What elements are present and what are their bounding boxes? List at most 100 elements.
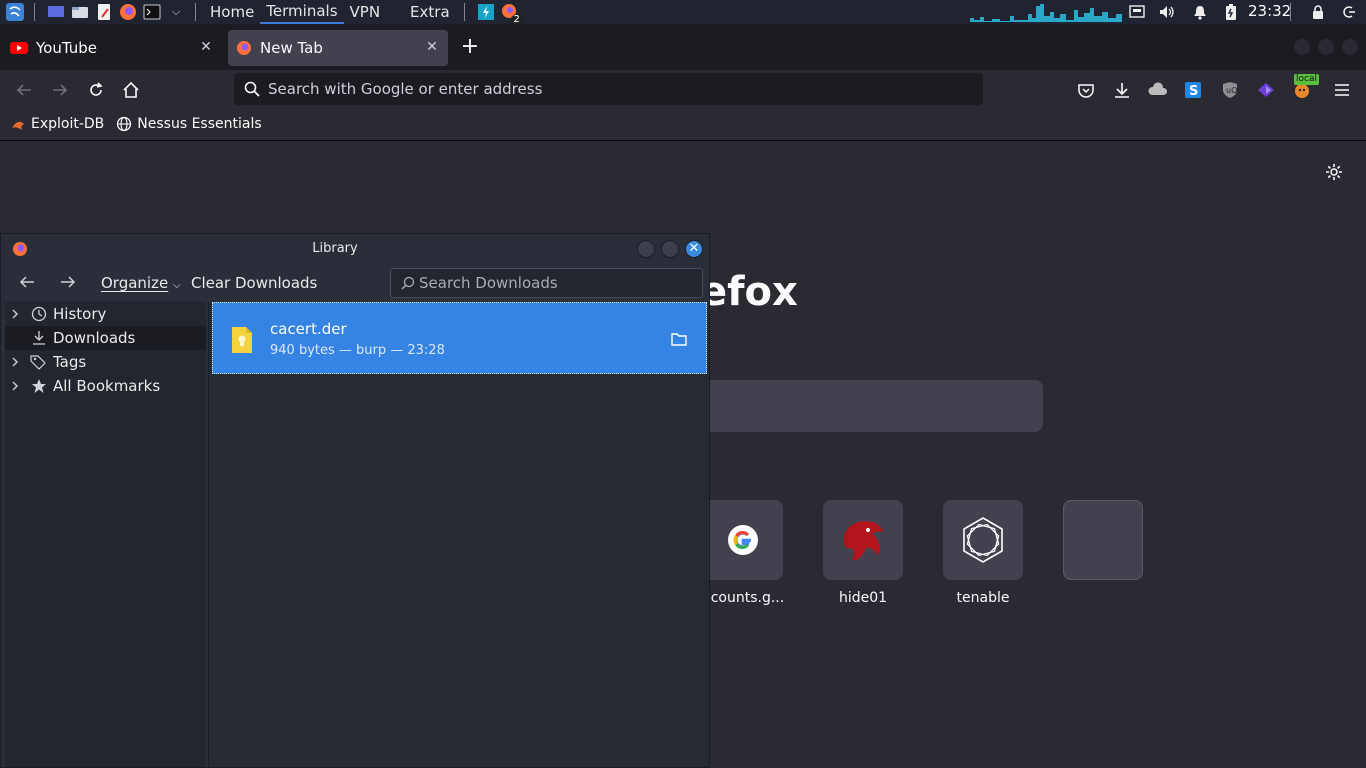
network-icon[interactable] xyxy=(1128,3,1146,21)
chevron-right-icon[interactable] xyxy=(11,309,25,319)
notification-bell-icon[interactable] xyxy=(1191,3,1209,21)
youtube-favicon-icon xyxy=(10,42,28,54)
bookmark-nessus-essentials[interactable]: Nessus Essentials xyxy=(116,116,262,132)
file-manager-icon[interactable] xyxy=(69,1,91,23)
cpu-graph xyxy=(970,4,1122,22)
close-tab-icon[interactable]: ✕ xyxy=(424,39,440,55)
download-filename: cacert.der xyxy=(270,320,347,338)
firefox-icon[interactable] xyxy=(117,1,139,23)
navigation-toolbar: Search with Google or enter address S uO… xyxy=(0,70,1366,108)
search-downloads-input[interactable]: Search Downloads xyxy=(390,268,703,298)
download-icon xyxy=(29,330,49,346)
top-site-tile[interactable] xyxy=(1063,500,1143,580)
pocket-icon[interactable] xyxy=(1074,78,1098,102)
search-icon xyxy=(244,81,260,97)
url-bar[interactable]: Search with Google or enter address xyxy=(234,73,983,105)
maximize-button[interactable] xyxy=(661,240,679,258)
eagle-logo-icon xyxy=(843,521,884,561)
tab-youtube[interactable]: YouTube ✕ xyxy=(4,30,222,66)
library-title: Library xyxy=(312,241,358,256)
back-arrow-icon[interactable] xyxy=(19,275,35,293)
clock-icon xyxy=(29,306,49,322)
downloads-list: cacert.der 940 bytes — burp — 23:28 xyxy=(208,302,709,767)
top-site-accounts-google[interactable]: ccounts.g... xyxy=(703,500,783,606)
battery-icon[interactable] xyxy=(1222,3,1240,21)
library-sidebar: History Downloads Tags All Bookmarks xyxy=(5,302,206,767)
hamburger-menu-icon[interactable] xyxy=(1330,78,1354,102)
sidebar-item-all-bookmarks[interactable]: All Bookmarks xyxy=(5,374,206,398)
top-site-tile[interactable] xyxy=(703,500,783,580)
menu-home[interactable]: Home xyxy=(204,0,260,24)
logout-icon[interactable] xyxy=(1340,3,1358,21)
extension-cloud-icon[interactable] xyxy=(1146,78,1170,102)
extension-s-icon[interactable]: S xyxy=(1181,78,1205,102)
forward-arrow-icon[interactable] xyxy=(60,275,76,293)
certificate-file-icon xyxy=(232,327,252,353)
sidebar-item-downloads[interactable]: Downloads xyxy=(5,326,206,350)
kali-menu-icon[interactable] xyxy=(4,1,26,23)
text-editor-icon[interactable] xyxy=(93,1,115,23)
new-tab-button[interactable]: + xyxy=(458,36,482,60)
panel-separator xyxy=(34,3,35,21)
window-maximize-button[interactable] xyxy=(1318,39,1334,55)
terminal-icon[interactable] xyxy=(141,1,163,23)
forward-button[interactable] xyxy=(48,78,72,102)
sidebar-item-label: Tags xyxy=(53,353,87,371)
open-folder-icon[interactable] xyxy=(671,331,687,350)
clock[interactable]: 23:32 xyxy=(1248,2,1291,20)
minimize-button[interactable] xyxy=(637,240,655,258)
sidebar-item-label: History xyxy=(53,305,107,323)
close-button[interactable]: ✕ xyxy=(685,240,703,258)
sidebar-item-history[interactable]: History xyxy=(5,302,206,326)
search-placeholder: Search Downloads xyxy=(419,274,558,292)
top-site-label: hide01 xyxy=(838,590,888,606)
close-tab-icon[interactable]: ✕ xyxy=(198,39,214,55)
sidebar-item-tags[interactable]: Tags xyxy=(5,350,206,374)
reload-button[interactable] xyxy=(84,78,108,102)
top-site-hide01[interactable]: hide01 xyxy=(823,500,903,606)
menu-extra[interactable]: Extra xyxy=(404,0,456,24)
chevron-down-icon[interactable]: ⌵ xyxy=(165,1,187,23)
volume-icon[interactable] xyxy=(1158,3,1176,21)
tab-label: New Tab xyxy=(260,39,323,57)
bookmarks-toolbar: Exploit-DB Nessus Essentials xyxy=(0,108,1366,141)
panel-separator xyxy=(463,3,465,21)
back-button[interactable] xyxy=(12,78,36,102)
chevron-right-icon[interactable] xyxy=(11,381,25,391)
tenable-logo-icon xyxy=(963,517,1003,563)
customize-gear-icon[interactable] xyxy=(1325,163,1343,185)
foxyproxy-icon[interactable]: local xyxy=(1290,74,1319,102)
organize-button[interactable]: Organize ⌵ xyxy=(101,274,181,292)
bookmark-exploit-db[interactable]: Exploit-DB xyxy=(10,116,104,132)
desktop-icon[interactable] xyxy=(45,1,67,23)
system-panel: ⌵ Home Terminals VPN Extra 2 23:32 xyxy=(0,0,1366,26)
extension-purple-icon[interactable] xyxy=(1254,78,1278,102)
ublock-icon[interactable]: uO xyxy=(1218,78,1242,102)
top-site-tile[interactable] xyxy=(823,500,903,580)
top-site-tenable[interactable]: tenable xyxy=(943,500,1023,606)
burp-taskbar-icon[interactable] xyxy=(475,1,497,23)
panel-separator xyxy=(195,3,196,21)
chevron-right-icon[interactable] xyxy=(11,357,25,367)
downloads-button[interactable] xyxy=(1110,78,1134,102)
clear-downloads-button[interactable]: Clear Downloads xyxy=(191,274,317,292)
library-titlebar[interactable]: Library ✕ xyxy=(1,234,709,264)
window-close-button[interactable] xyxy=(1342,39,1358,55)
window-minimize-button[interactable] xyxy=(1294,39,1310,55)
firefox-favicon-icon xyxy=(237,41,251,55)
newtab-search-box[interactable] xyxy=(700,380,1043,432)
top-site-empty[interactable] xyxy=(1063,500,1143,590)
top-site-label: ccounts.g... xyxy=(703,590,783,606)
top-site-tile[interactable] xyxy=(943,500,1023,580)
panel-separator xyxy=(1290,3,1291,21)
home-button[interactable] xyxy=(119,78,143,102)
tab-new-tab[interactable]: New Tab ✕ xyxy=(228,30,448,66)
firefox-wordmark: efox xyxy=(700,269,798,315)
lock-icon[interactable] xyxy=(1309,3,1327,21)
download-item[interactable]: cacert.der 940 bytes — burp — 23:28 xyxy=(212,302,707,374)
firefox-taskbar-icon[interactable]: 2 xyxy=(499,1,523,26)
svg-text:S: S xyxy=(1189,84,1198,99)
menu-terminals[interactable]: Terminals xyxy=(260,0,344,24)
organize-label: Organize xyxy=(101,274,169,292)
menu-vpn[interactable]: VPN xyxy=(344,0,387,24)
